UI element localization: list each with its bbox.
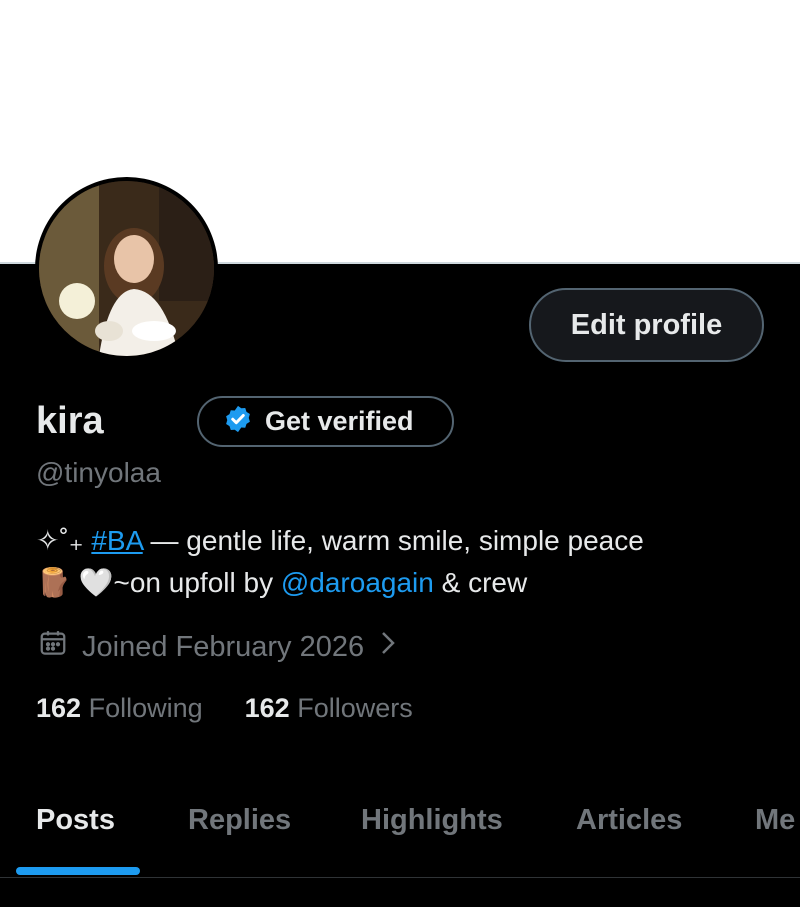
following-link[interactable]: 162 Following: [36, 693, 203, 724]
tab-media[interactable]: Me: [755, 804, 795, 837]
chevron-right-icon: [378, 629, 398, 665]
profile-tabs: Posts Replies Highlights Articles Me: [0, 790, 800, 878]
tab-posts[interactable]: Posts: [36, 804, 115, 837]
following-count: 162: [36, 693, 82, 723]
bio-text: — gentle life, warm smile, simple peace: [142, 525, 644, 556]
joined-text: Joined February 2026: [82, 630, 365, 663]
following-label: Following: [88, 693, 203, 723]
edit-profile-button[interactable]: Edit profile: [529, 288, 764, 362]
calendar-icon: [38, 628, 68, 666]
avatar-photo: [39, 181, 214, 356]
mention-link[interactable]: @daroagain: [281, 567, 434, 598]
tab-highlights[interactable]: Highlights: [361, 804, 503, 837]
avatar-photo-illustration: [39, 181, 214, 356]
bio-text: ✧˚₊: [36, 525, 92, 556]
bio-line-1: ✧˚₊ #BA — gentle life, warm smile, simpl…: [36, 520, 776, 562]
tab-articles[interactable]: Articles: [576, 804, 682, 837]
follow-stats: 162 Following 162 Followers: [36, 693, 413, 724]
joined-date[interactable]: Joined February 2026: [38, 628, 398, 666]
verified-badge-icon: [223, 404, 253, 439]
hashtag-link[interactable]: #BA: [91, 525, 142, 556]
avatar[interactable]: [35, 177, 218, 360]
followers-count: 162: [244, 693, 290, 723]
followers-label: Followers: [297, 693, 413, 723]
bio-line-2: 🪵 🤍~on upfoll by @daroagain & crew: [36, 562, 776, 604]
active-tab-indicator: [16, 867, 140, 875]
get-verified-button[interactable]: Get verified: [197, 396, 454, 447]
get-verified-label: Get verified: [265, 406, 414, 436]
followers-link[interactable]: 162 Followers: [245, 693, 413, 724]
profile-bio: ✧˚₊ #BA — gentle life, warm smile, simpl…: [36, 520, 776, 604]
edit-profile-label: Edit profile: [570, 308, 723, 341]
bio-text: & crew: [433, 567, 528, 598]
tab-replies[interactable]: Replies: [188, 804, 291, 837]
bio-text: 🪵 🤍~on upfoll by: [36, 567, 281, 598]
profile-name: kira: [36, 400, 104, 442]
profile-handle: @tinyolaa: [36, 457, 161, 488]
